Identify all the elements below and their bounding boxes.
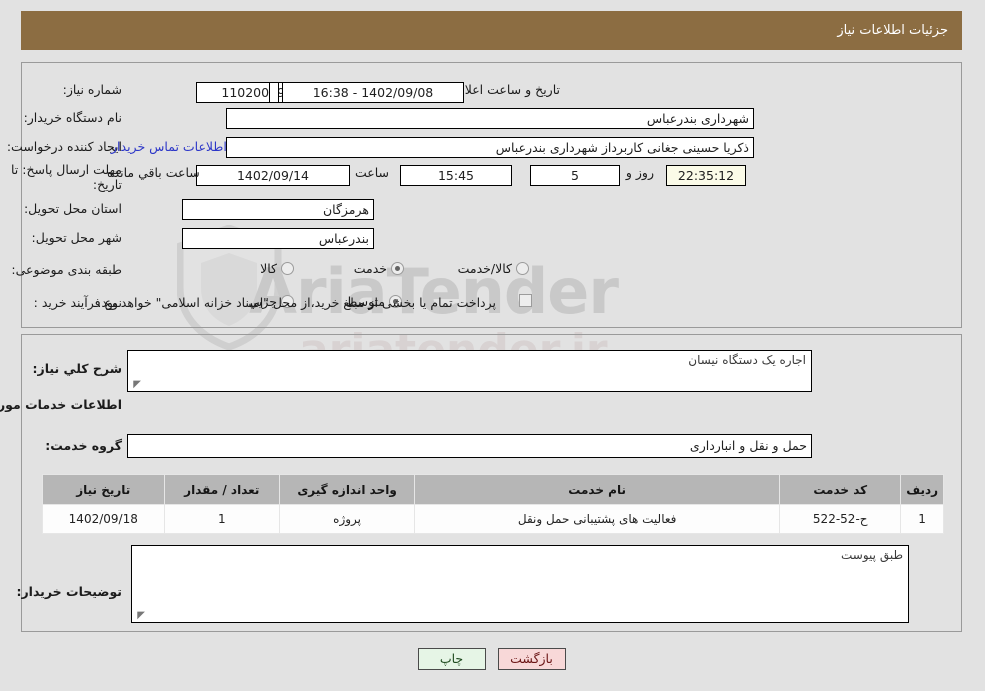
city-label-row: شهر محل تحویل: — [33, 230, 123, 245]
need-number-label-row: شماره نیاز: — [64, 82, 123, 97]
buyer-contact-link[interactable]: اطلاعات تماس خریدار — [112, 139, 228, 154]
services-heading-row: اطلاعات خدمات مورد نیاز — [0, 397, 123, 412]
services-table: ردیف کد خدمت نام خدمت واحد اندازه گیری ت… — [43, 474, 945, 534]
deadline-label-row: مهلت ارسال پاسخ: تا تاریخ: — [3, 162, 123, 192]
public-announce-field-row — [270, 82, 280, 103]
col-header-radif: ردیف — [901, 474, 945, 505]
deadline-date-field[interactable]: 1402/09/14 — [197, 165, 351, 186]
buyer-notes-textarea[interactable]: طبق پیوست ◤ — [132, 545, 910, 623]
top-info-panel — [22, 62, 963, 328]
public-announce-field[interactable]: 1402/09/08 - 16:38 — [283, 82, 465, 103]
deadline-remaining-label: ساعت باقي مانده — [108, 165, 201, 180]
service-group-label: گروه خدمت: — [46, 438, 123, 453]
buyer-org-label-row: نام دستگاه خریدار: — [25, 110, 123, 125]
page-title: جزئیات اطلاعات نیاز — [838, 23, 949, 38]
service-group-field[interactable]: حمل و نقل و انبارداری — [128, 434, 813, 458]
contact-link-row: اطلاعات تماس خریدار — [112, 139, 228, 154]
category-option-label-0: کالا — [261, 261, 278, 276]
province-label: استان محل تحویل: — [24, 201, 123, 216]
requester-label: ایجاد کننده درخواست: — [7, 139, 123, 154]
city-field[interactable]: بندرعباس — [183, 228, 375, 249]
treasury-checkbox-row[interactable] — [520, 294, 533, 307]
treasury-note-row: پرداخت تمام یا بخشی از مبلغ خرید،از محل … — [98, 295, 515, 310]
back-button[interactable]: بازگشت — [498, 648, 567, 670]
col-header-service-name: نام خدمت — [415, 474, 782, 505]
deadline-timer-row: 22:35:12 — [667, 165, 747, 186]
deadline-time-label: ساعت — [355, 165, 390, 180]
treasury-checkbox-icon[interactable] — [520, 294, 533, 307]
general-desc-label-row: شرح کلي نیاز: — [34, 361, 123, 376]
page-header-bar: جزئیات اطلاعات نیاز — [22, 11, 963, 50]
cell-unit: پروژه — [280, 504, 417, 534]
city-field-row: بندرعباس — [183, 228, 375, 249]
service-group-field-row: حمل و نقل و انبارداری — [128, 434, 813, 458]
resize-grip-icon-notes[interactable]: ◤ — [136, 611, 146, 621]
requester-field-row: ذکریا حسینی جغانی کاربرداز شهرداری بندرع… — [227, 137, 755, 158]
category-option-kala-khedmat[interactable]: کالا/خدمت — [445, 261, 530, 276]
deadline-remaining-row: ساعت باقي مانده — [108, 165, 201, 180]
general-desc-label: شرح کلي نیاز: — [33, 361, 123, 376]
deadline-days-label: روز و — [626, 165, 655, 180]
buyer-notes-label: توضیحات خریدار: — [17, 584, 123, 599]
buyer-org-label: نام دستگاه خریدار: — [24, 110, 123, 125]
buyer-notes-value: طبق پیوست — [842, 548, 904, 562]
general-desc-textarea[interactable]: اجاره یک دستگاه نیسان ◤ — [128, 350, 813, 392]
action-button-bar: بازگشت چاپ — [0, 648, 985, 670]
cell-service-name: فعالیت های پشتیبانی حمل ونقل — [415, 504, 782, 534]
cell-need-date: 1402/09/18 — [43, 504, 166, 534]
public-announce-value-row: 1402/09/08 - 16:38 — [283, 82, 465, 103]
province-field-row: هرمزگان — [183, 199, 375, 220]
city-label: شهر محل تحویل: — [32, 230, 123, 245]
buyer-org-field-row: شهرداری بندرعباس — [227, 108, 755, 129]
radio-kala-icon[interactable] — [282, 262, 295, 275]
deadline-days-label-row: روز و — [627, 165, 655, 180]
general-desc-value: اجاره یک دستگاه نیسان — [689, 353, 807, 367]
col-header-unit: واحد اندازه گیری — [280, 474, 417, 505]
radio-kala-khedmat-icon[interactable] — [517, 262, 530, 275]
province-label-row: استان محل تحویل: — [25, 201, 123, 216]
cell-service-code: ح-52-522 — [780, 504, 903, 534]
radio-khedmat-icon[interactable] — [392, 262, 405, 275]
requester-label-row: ایجاد کننده درخواست: — [8, 139, 123, 154]
buyer-org-field[interactable]: شهرداری بندرعباس — [227, 108, 755, 129]
deadline-days-row: 5 — [531, 165, 621, 186]
table-header-row: ردیف کد خدمت نام خدمت واحد اندازه گیری ت… — [43, 474, 945, 505]
requester-field[interactable]: ذکریا حسینی جغانی کاربرداز شهرداری بندرع… — [227, 137, 755, 158]
deadline-time-label-row: ساعت — [356, 165, 390, 180]
cell-quantity: 1 — [164, 504, 282, 534]
category-label-row: طبقه بندی موضوعی: — [12, 262, 123, 277]
buyer-notes-label-row: توضیحات خریدار: — [17, 584, 123, 599]
col-header-service-code: کد خدمت — [780, 474, 903, 505]
col-header-quantity: تعداد / مقدار — [164, 474, 282, 505]
category-label: طبقه بندی موضوعی: — [12, 262, 123, 277]
cell-radif: 1 — [901, 504, 945, 534]
category-option-khedmat[interactable]: خدمت — [341, 261, 405, 276]
deadline-time-field[interactable]: 15:45 — [401, 165, 513, 186]
table-row[interactable]: 1 ح-52-522 فعالیت های پشتیبانی حمل ونقل … — [43, 504, 945, 534]
treasury-note-text: پرداخت تمام یا بخشی از مبلغ خرید،از محل … — [98, 295, 497, 310]
col-header-need-date: تاریخ نیاز — [43, 474, 166, 505]
print-button[interactable]: چاپ — [418, 648, 487, 670]
service-group-label-row: گروه خدمت: — [46, 438, 123, 453]
deadline-time-row: 15:45 — [401, 165, 513, 186]
services-heading: اطلاعات خدمات مورد نیاز — [0, 397, 123, 412]
resize-grip-icon[interactable]: ◤ — [132, 380, 142, 390]
category-option-kala[interactable]: کالا — [247, 261, 295, 276]
deadline-date-row: 1402/09/14 — [197, 165, 351, 186]
countdown-timer-field: 22:35:12 — [667, 165, 747, 186]
category-option-label-2: کالا/خدمت — [458, 261, 513, 276]
province-field[interactable]: هرمزگان — [183, 199, 375, 220]
deadline-days-field[interactable]: 5 — [531, 165, 621, 186]
category-option-label-1: خدمت — [354, 261, 388, 276]
need-number-label: شماره نیاز: — [63, 82, 123, 97]
deadline-label: مهلت ارسال پاسخ: تا تاریخ: — [12, 162, 123, 192]
